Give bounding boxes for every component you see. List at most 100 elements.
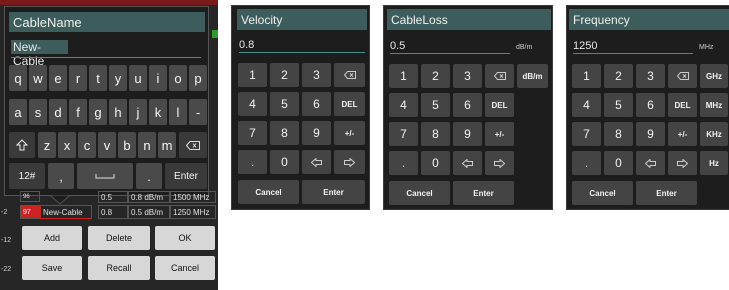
key-a[interactable]: a xyxy=(9,99,27,125)
key-3[interactable]: 3 xyxy=(453,64,482,88)
unit-key-mhz[interactable]: MHz xyxy=(700,93,728,117)
key-5[interactable]: 5 xyxy=(421,93,450,117)
cursor-left-key[interactable] xyxy=(453,151,482,175)
key-3[interactable]: 3 xyxy=(302,63,331,87)
key-j[interactable]: j xyxy=(129,99,147,125)
key-6[interactable]: 6 xyxy=(453,93,482,117)
delete-key[interactable]: DEL xyxy=(668,93,697,117)
key-4[interactable]: 4 xyxy=(389,93,418,117)
key-z[interactable]: z xyxy=(38,132,56,158)
key-1[interactable]: 1 xyxy=(238,63,267,87)
cursor-left-key[interactable] xyxy=(636,151,665,175)
key-l[interactable]: l xyxy=(169,99,187,125)
backspace-key[interactable] xyxy=(668,64,697,88)
decimal-key[interactable]: . xyxy=(389,151,418,175)
key-r[interactable]: r xyxy=(69,65,87,91)
cursor-right-key[interactable] xyxy=(334,150,365,174)
unit-key-dbm[interactable]: dB/m xyxy=(517,64,548,88)
sign-key[interactable]: +/- xyxy=(485,122,514,146)
key-n[interactable]: n xyxy=(138,132,156,158)
key-e[interactable]: e xyxy=(49,65,67,91)
key-6[interactable]: 6 xyxy=(636,93,665,117)
key-y[interactable]: y xyxy=(109,65,127,91)
backspace-key[interactable] xyxy=(334,63,365,87)
cable-name-input[interactable]: New-Cable xyxy=(11,40,68,68)
key-8[interactable]: 8 xyxy=(604,122,633,146)
cancel-button[interactable]: Cancel xyxy=(155,256,215,280)
key-h[interactable]: h xyxy=(109,99,127,125)
key-k[interactable]: k xyxy=(149,99,167,125)
comma-key[interactable]: , xyxy=(48,163,74,189)
cursor-right-key[interactable] xyxy=(668,151,697,175)
velocity-input[interactable]: 0.8 xyxy=(239,39,289,52)
key-x[interactable]: x xyxy=(58,132,76,158)
key-1[interactable]: 1 xyxy=(389,64,418,88)
key-7[interactable]: 7 xyxy=(389,122,418,146)
sign-key[interactable]: +/- xyxy=(334,121,365,145)
cancel-button[interactable]: Cancel xyxy=(389,181,450,205)
key-2[interactable]: 2 xyxy=(421,64,450,88)
cableloss-input[interactable]: 0.5 xyxy=(390,40,440,53)
key-1[interactable]: 1 xyxy=(572,64,601,88)
delete-button[interactable]: Delete xyxy=(88,226,150,250)
space-key[interactable] xyxy=(77,163,133,189)
cursor-right-key[interactable] xyxy=(485,151,514,175)
key-g[interactable]: g xyxy=(89,99,107,125)
key-0[interactable]: 0 xyxy=(421,151,450,175)
ok-button[interactable]: OK xyxy=(155,226,215,250)
key-2[interactable]: 2 xyxy=(270,63,299,87)
row-name[interactable]: New-Cable xyxy=(40,205,92,219)
key-d[interactable]: d xyxy=(49,99,67,125)
save-button[interactable]: Save xyxy=(22,256,82,280)
period-key[interactable]: . xyxy=(136,163,162,189)
shift-key[interactable] xyxy=(9,132,35,158)
unit-key-khz[interactable]: KHz xyxy=(700,122,728,146)
cursor-left-key[interactable] xyxy=(302,150,331,174)
recall-button[interactable]: Recall xyxy=(88,256,150,280)
key-5[interactable]: 5 xyxy=(604,93,633,117)
key-3[interactable]: 3 xyxy=(636,64,665,88)
delete-key[interactable]: DEL xyxy=(334,92,365,116)
enter-button[interactable]: Enter xyxy=(302,180,365,204)
frequency-input[interactable]: 1250 xyxy=(573,40,623,53)
key-4[interactable]: 4 xyxy=(238,92,267,116)
row-index-selected[interactable]: 97 xyxy=(20,205,40,219)
delete-key[interactable]: DEL xyxy=(485,93,514,117)
key-b[interactable]: b xyxy=(118,132,136,158)
key-m[interactable]: m xyxy=(158,132,176,158)
key-4[interactable]: 4 xyxy=(572,93,601,117)
key-8[interactable]: 8 xyxy=(270,121,299,145)
key-2[interactable]: 2 xyxy=(604,64,633,88)
key-f[interactable]: f xyxy=(69,99,87,125)
key-i[interactable]: i xyxy=(149,65,167,91)
key-c[interactable]: c xyxy=(78,132,96,158)
enter-key[interactable]: Enter xyxy=(165,163,207,189)
backspace-key[interactable] xyxy=(179,132,207,158)
enter-button[interactable]: Enter xyxy=(453,181,514,205)
unit-key-hz[interactable]: Hz xyxy=(700,151,728,175)
key-w[interactable]: w xyxy=(29,65,47,91)
key-8[interactable]: 8 xyxy=(421,122,450,146)
key-hyphen[interactable]: - xyxy=(189,99,207,125)
key-9[interactable]: 9 xyxy=(453,122,482,146)
backspace-key[interactable] xyxy=(485,64,514,88)
key-p[interactable]: p xyxy=(189,65,207,91)
cancel-button[interactable]: Cancel xyxy=(238,180,299,204)
decimal-key[interactable]: . xyxy=(572,151,601,175)
key-u[interactable]: u xyxy=(129,65,147,91)
key-7[interactable]: 7 xyxy=(238,121,267,145)
key-o[interactable]: o xyxy=(169,65,187,91)
unit-key-ghz[interactable]: GHz xyxy=(700,64,728,88)
decimal-key[interactable]: . xyxy=(238,150,267,174)
key-5[interactable]: 5 xyxy=(270,92,299,116)
key-t[interactable]: t xyxy=(89,65,107,91)
key-7[interactable]: 7 xyxy=(572,122,601,146)
key-9[interactable]: 9 xyxy=(302,121,331,145)
key-0[interactable]: 0 xyxy=(270,150,299,174)
mode-key[interactable]: 12# xyxy=(9,163,45,189)
key-q[interactable]: q xyxy=(9,65,27,91)
add-button[interactable]: Add xyxy=(22,226,82,250)
key-9[interactable]: 9 xyxy=(636,122,665,146)
key-s[interactable]: s xyxy=(29,99,47,125)
sign-key[interactable]: +/- xyxy=(668,122,697,146)
